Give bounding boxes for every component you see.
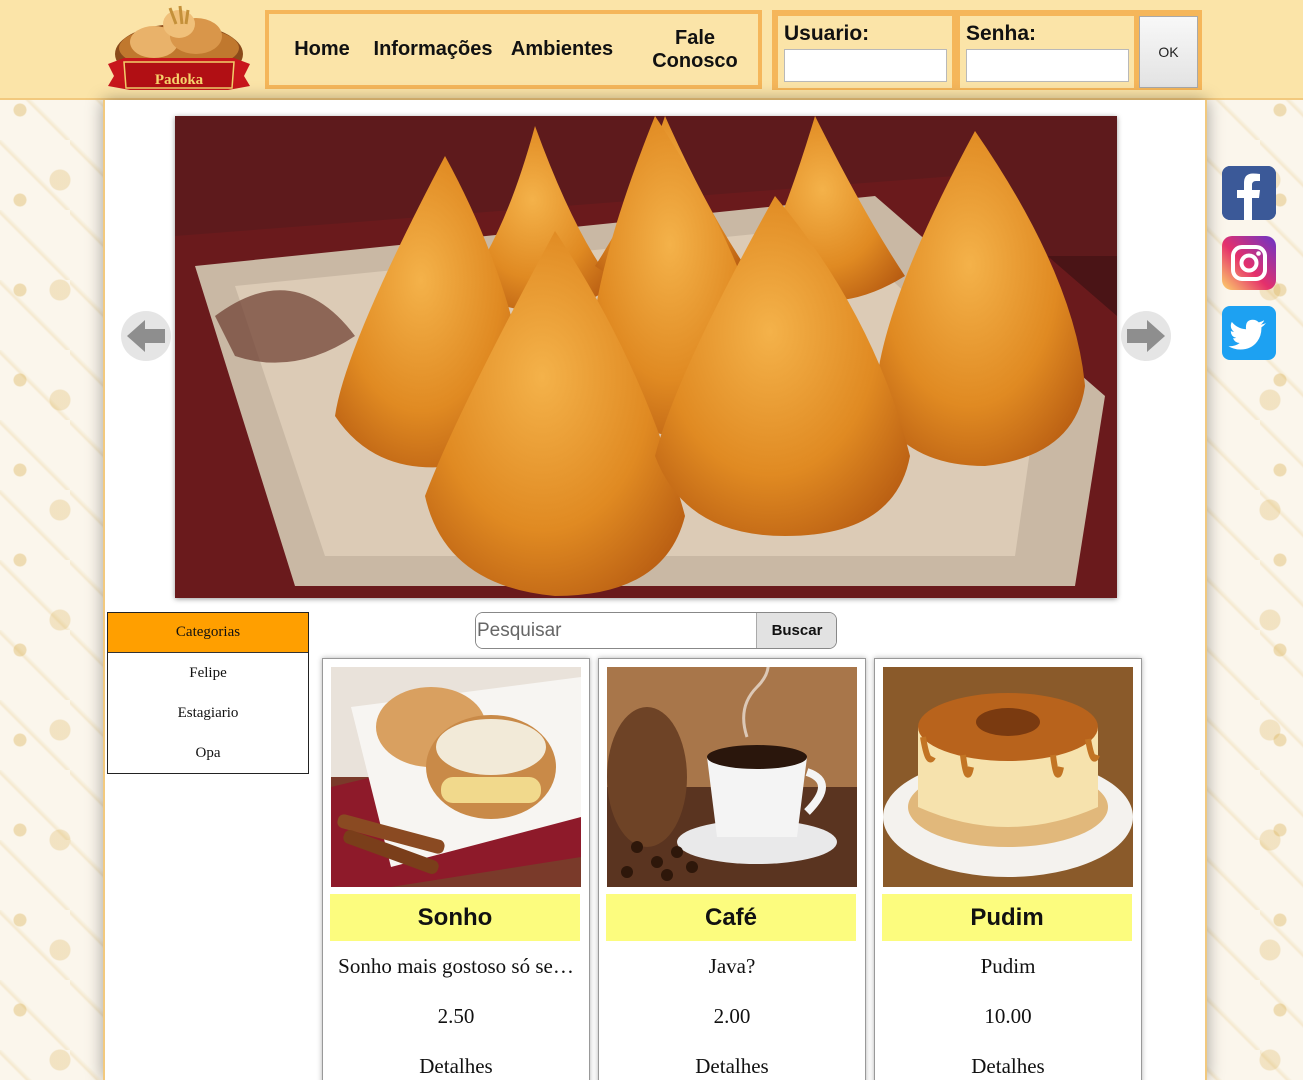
search-button[interactable]: Buscar (756, 613, 836, 648)
product-card-cafe: Café Java? 2.00 Detalhes (598, 658, 866, 1080)
login-form: Usuario: Senha: OK (772, 10, 1202, 90)
carousel-prev-button[interactable] (121, 311, 171, 361)
site-header: Padoka Home Informações Ambientes Fale C… (0, 0, 1303, 100)
search-input[interactable] (476, 613, 756, 648)
username-label: Usuario: (784, 22, 870, 45)
product-description: Sonho mais gostoso só se… (338, 954, 574, 978)
product-details-link[interactable]: Detalhes (603, 1054, 861, 1079)
nav-informacoes[interactable]: Informações (371, 14, 495, 85)
carousel-image (175, 116, 1117, 598)
main-nav: Home Informações Ambientes Fale Conosco (265, 10, 762, 89)
instagram-icon (1222, 236, 1276, 290)
product-details-link[interactable]: Detalhes (879, 1054, 1137, 1079)
product-price: 10.00 (984, 1004, 1032, 1028)
arrow-left-icon (127, 320, 165, 352)
password-label: Senha: (966, 22, 1037, 45)
username-input[interactable] (784, 49, 947, 82)
nav-fale-conosco[interactable]: Fale Conosco (639, 14, 751, 85)
nav-home[interactable]: Home (279, 14, 365, 85)
product-name: Café (606, 894, 856, 941)
password-group: Senha: (960, 16, 1134, 88)
product-name: Pudim (882, 894, 1132, 941)
facebook-link[interactable] (1222, 166, 1276, 220)
login-ok-button[interactable]: OK (1139, 16, 1198, 88)
product-description: Pudim (980, 954, 1036, 978)
username-group: Usuario: (778, 16, 952, 88)
category-item-estagiario[interactable]: Estagiario (108, 693, 308, 733)
product-price: 2.00 (713, 1004, 751, 1028)
main-content: Categorias Felipe Estagiario Opa Buscar … (103, 100, 1207, 1080)
twitter-link[interactable] (1222, 306, 1276, 360)
instagram-link[interactable] (1222, 236, 1276, 290)
categories-header: Categorias (108, 613, 308, 653)
product-name: Sonho (330, 894, 580, 941)
nav-ambientes[interactable]: Ambientes (507, 14, 617, 85)
product-image-sonho[interactable] (331, 667, 581, 887)
category-item-opa[interactable]: Opa (108, 733, 308, 773)
category-item-felipe[interactable]: Felipe (108, 653, 308, 693)
product-card-pudim: Pudim Pudim 10.00 Detalhes (874, 658, 1142, 1080)
product-price: 2.50 (437, 1004, 475, 1028)
product-description: Java? (708, 954, 756, 978)
logo-wordmark: Padoka (155, 72, 204, 88)
categories-menu: Categorias Felipe Estagiario Opa (107, 612, 309, 774)
arrow-right-icon (1127, 320, 1165, 352)
nav-fale-conosco-line2: Conosco (652, 49, 738, 72)
product-card-sonho: Sonho Sonho mais gostoso só se… 2.50 Det… (322, 658, 590, 1080)
carousel-next-button[interactable] (1121, 311, 1171, 361)
product-image-cafe[interactable] (607, 667, 857, 887)
product-details-link[interactable]: Detalhes (327, 1054, 585, 1079)
search-bar: Buscar (475, 612, 837, 649)
twitter-icon (1222, 306, 1276, 360)
product-image-pudim[interactable] (883, 667, 1133, 887)
facebook-icon (1222, 166, 1276, 220)
padoka-logo[interactable]: Padoka (104, 2, 254, 96)
password-input[interactable] (966, 49, 1129, 82)
nav-fale-conosco-line1: Fale (674, 26, 716, 49)
